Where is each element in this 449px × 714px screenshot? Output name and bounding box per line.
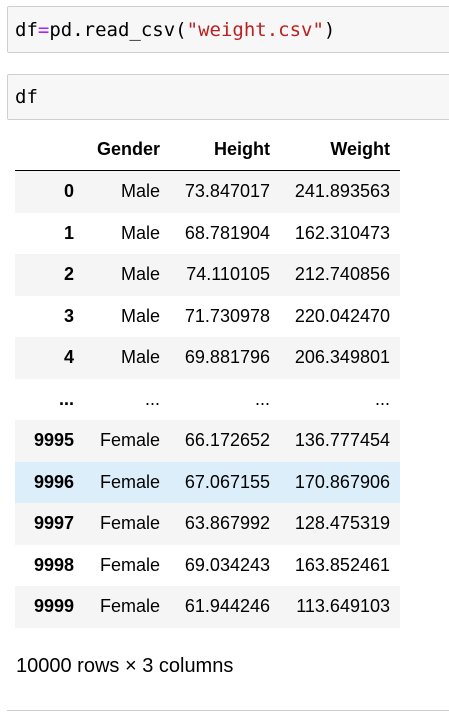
- table-row-ellipsis: ... ... ... ...: [15, 379, 400, 421]
- cell-gender: ...: [144, 388, 160, 409]
- table-row: 1 Male 68.781904 162.310473: [15, 213, 400, 255]
- dataframe-shape-summary: 10000 rows × 3 columns: [16, 655, 234, 677]
- table-row: 9995 Female 66.172652 136.777454: [15, 420, 400, 462]
- cell-weight: 113.649103: [296, 596, 390, 617]
- row-index: 9998: [33, 554, 74, 575]
- cell-gender: Male: [120, 222, 160, 243]
- cell-height: 68.781904: [184, 222, 270, 243]
- row-index: 9996: [33, 471, 74, 492]
- code-call-end: ): [323, 18, 336, 41]
- cell-weight: 170.867906: [294, 471, 390, 492]
- cell-height: 74.110105: [186, 264, 270, 285]
- cell-weight: 212.740856: [294, 264, 390, 285]
- cell-gender: Female: [99, 471, 160, 492]
- column-header-height: Height: [160, 129, 270, 171]
- table-row-hovered: 9996 Female 67.067155 170.867906: [15, 461, 400, 503]
- column-header-weight: Weight: [270, 129, 400, 171]
- table-row: 9998 Female 69.034243 163.852461: [15, 545, 400, 587]
- cell-weight: 162.310473: [294, 222, 390, 243]
- cell-height: 71.730978: [184, 305, 270, 326]
- cell-weight: 136.777454: [294, 430, 390, 451]
- cell-gender: Male: [120, 305, 160, 326]
- cell-height: 63.867992: [184, 513, 270, 534]
- cell-height: 69.881796: [184, 347, 270, 368]
- row-index: 1: [63, 222, 74, 243]
- cell-gender: Female: [99, 513, 160, 534]
- row-index: ...: [58, 388, 74, 409]
- cell-weight: 241.893563: [294, 181, 390, 202]
- table-row: 0 Male 73.847017 241.893563: [15, 170, 400, 213]
- code-string: "weight.csv": [186, 18, 324, 41]
- cell-weight: ...: [374, 388, 390, 409]
- cell-height: ...: [254, 388, 270, 409]
- code-text: df: [15, 86, 38, 108]
- cell-height: 73.847017: [184, 181, 270, 202]
- table-row: 4 Male 69.881796 206.349801: [15, 337, 400, 379]
- row-index: 9995: [33, 430, 74, 451]
- cell-height: 66.172652: [184, 430, 270, 451]
- cell-height: 61.944246: [184, 596, 270, 617]
- code-operator: =: [37, 18, 50, 41]
- column-header-gender: Gender: [80, 129, 160, 171]
- row-index: 3: [63, 305, 74, 326]
- cell-weight: 206.349801: [294, 347, 390, 368]
- code-cell-read-csv[interactable]: df = pd.read_csv("weight.csv"): [7, 6, 449, 53]
- code-var: df: [15, 18, 38, 41]
- table-header-row: Gender Height Weight: [15, 129, 400, 171]
- cell-height: 69.034243: [184, 554, 270, 575]
- cell-gender: Male: [120, 347, 160, 368]
- table-row: 3 Male 71.730978 220.042470: [15, 296, 400, 338]
- table-row: 2 Male 74.110105 212.740856: [15, 254, 400, 296]
- next-cell-edge: [7, 710, 449, 711]
- code-cell-df[interactable]: df: [7, 74, 449, 120]
- dataframe-table: Gender Height Weight 0 Male 73.847017 24…: [15, 129, 400, 628]
- row-index: 9997: [33, 513, 74, 534]
- cell-weight: 128.475319: [294, 513, 390, 534]
- cell-gender: Female: [99, 430, 160, 451]
- cell-weight: 220.042470: [294, 305, 390, 326]
- row-index: 0: [63, 181, 74, 202]
- row-index: 2: [63, 264, 74, 285]
- cell-gender: Male: [120, 264, 160, 285]
- column-header-index: [15, 129, 80, 171]
- code-call: pd.read_csv(: [49, 18, 187, 41]
- cell-gender: Female: [99, 596, 160, 617]
- row-index: 9999: [33, 596, 74, 617]
- cell-gender: Female: [99, 554, 160, 575]
- table-row: 9999 Female 61.944246 113.649103: [15, 586, 400, 628]
- cell-gender: Male: [120, 181, 160, 202]
- row-index: 4: [63, 347, 74, 368]
- cell-weight: 163.852461: [294, 554, 390, 575]
- cell-height: 67.067155: [184, 471, 270, 492]
- table-row: 9997 Female 63.867992 128.475319: [15, 503, 400, 545]
